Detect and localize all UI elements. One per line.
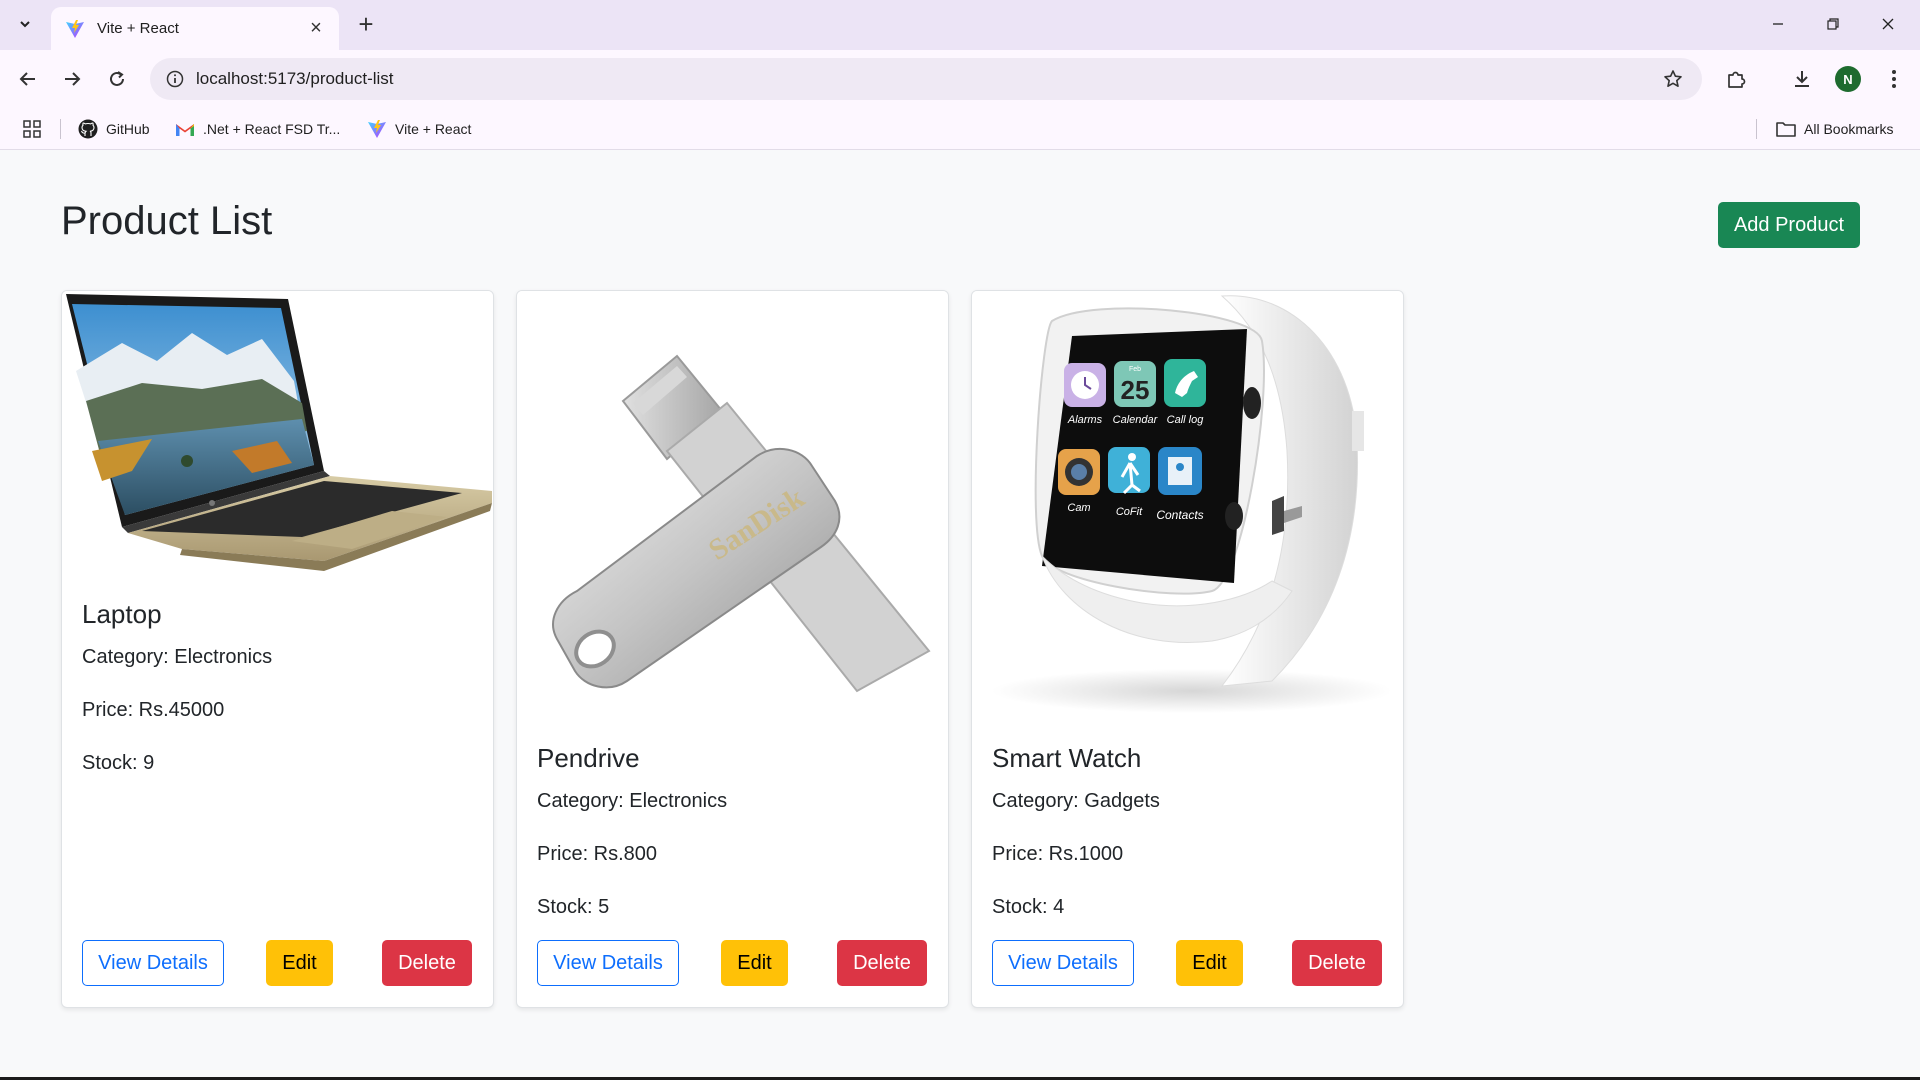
product-price: Price: Rs.800 <box>537 843 658 865</box>
app-label: CoFit <box>1116 506 1143 518</box>
vite-icon <box>66 19 84 38</box>
bookmark-vite-react[interactable]: Vite + React <box>367 116 471 142</box>
restore-icon <box>1827 18 1839 30</box>
extensions-button[interactable] <box>1720 63 1752 95</box>
address-bar[interactable]: localhost:5173/product-list <box>150 58 1702 100</box>
app-label: Call log <box>1167 414 1205 426</box>
folder-icon <box>1776 119 1796 139</box>
forward-button[interactable] <box>56 63 88 95</box>
card-body: Laptop Category: Electronics Price: Rs.4… <box>82 599 272 805</box>
product-price: Price: Rs.45000 <box>82 699 225 721</box>
view-details-button[interactable]: View Details <box>992 940 1134 986</box>
close-window-button[interactable] <box>1864 6 1912 42</box>
edit-button[interactable]: Edit <box>1176 940 1243 986</box>
app-label: Contacts <box>1156 508 1203 522</box>
all-bookmarks-button[interactable]: All Bookmarks <box>1776 116 1893 142</box>
puzzle-icon <box>1728 71 1746 88</box>
tab-strip: Vite + React × + <box>0 0 1920 50</box>
download-icon <box>1795 71 1809 87</box>
close-icon <box>1882 18 1894 30</box>
site-info-icon[interactable] <box>164 68 186 90</box>
app-label: Alarms <box>1067 414 1103 426</box>
app-label: Calendar <box>1113 414 1159 426</box>
product-price: Price: Rs.1000 <box>992 843 1124 865</box>
calendar-date-text: 25 <box>1121 375 1150 405</box>
card-actions: View Details Edit Delete <box>82 940 473 986</box>
bookmark-separator <box>60 119 61 139</box>
browser-tab[interactable]: Vite + React × <box>51 7 339 50</box>
downloads-button[interactable] <box>1786 63 1818 95</box>
product-category: Category: Electronics <box>537 790 728 812</box>
product-stock: Stock: 9 <box>82 752 155 774</box>
product-category: Category: Gadgets <box>992 790 1160 812</box>
page-content: Product List Add Product Laptop Category… <box>0 151 1920 1080</box>
arrow-right-icon <box>65 72 81 86</box>
close-tab-icon[interactable]: × <box>305 17 327 40</box>
tab-search-button[interactable] <box>10 9 40 39</box>
minimize-button[interactable] <box>1754 6 1802 42</box>
add-product-button[interactable]: Add Product <box>1718 202 1860 248</box>
url-text[interactable]: localhost:5173/product-list <box>196 69 1658 89</box>
delete-button[interactable]: Delete <box>1292 940 1382 986</box>
product-name: Laptop <box>82 599 162 629</box>
bookmark-label: .Net + React FSD Tr... <box>203 121 341 137</box>
profile-avatar[interactable]: N <box>1835 66 1861 92</box>
bookmark-label: GitHub <box>106 121 150 137</box>
github-icon <box>78 119 98 139</box>
product-name: Smart Watch <box>992 743 1142 773</box>
product-card: SanDisk Pendrive Category: Electronics P… <box>516 290 949 1008</box>
apps-grid-icon[interactable] <box>20 117 44 141</box>
pendrive-image: SanDisk <box>517 291 948 721</box>
restore-button[interactable] <box>1809 6 1857 42</box>
vite-icon <box>367 119 387 139</box>
bookmark-github[interactable]: GitHub <box>78 116 150 142</box>
card-actions: View Details Edit Delete <box>537 940 928 986</box>
card-body: Pendrive Category: Electronics Price: Rs… <box>537 743 727 949</box>
browser-toolbar: localhost:5173/product-list <box>0 50 1920 108</box>
view-details-button[interactable]: View Details <box>537 940 679 986</box>
arrow-left-icon <box>19 72 35 86</box>
browser-menu-button[interactable] <box>1878 63 1910 95</box>
gmail-icon <box>175 119 195 139</box>
laptop-image <box>62 291 493 576</box>
product-stock: Stock: 4 <box>992 896 1065 918</box>
app-label: Cam <box>1067 502 1090 514</box>
more-vertical-icon <box>1892 70 1896 88</box>
product-card: Laptop Category: Electronics Price: Rs.4… <box>61 290 494 1008</box>
card-actions: View Details Edit Delete <box>992 940 1383 986</box>
bookmark-label: Vite + React <box>395 121 472 137</box>
chevron-down-icon <box>20 21 30 28</box>
bookmark-star-icon[interactable] <box>1658 64 1688 94</box>
delete-button[interactable]: Delete <box>837 940 927 986</box>
new-tab-button[interactable]: + <box>352 9 380 39</box>
reload-button[interactable] <box>101 63 133 95</box>
delete-button[interactable]: Delete <box>382 940 472 986</box>
edit-button[interactable]: Edit <box>721 940 788 986</box>
calendar-month-text: Feb <box>1129 366 1141 373</box>
card-body: Smart Watch Category: Gadgets Price: Rs.… <box>992 743 1160 949</box>
all-bookmarks-label: All Bookmarks <box>1804 121 1894 137</box>
back-button[interactable] <box>12 63 44 95</box>
view-details-button[interactable]: View Details <box>82 940 224 986</box>
product-category: Category: Electronics <box>82 646 273 668</box>
product-card: Feb 25 Alarms Calendar Call log Cam CoFi… <box>971 290 1404 1008</box>
tab-title: Vite + React <box>97 20 179 37</box>
minimize-icon <box>1773 23 1783 25</box>
bookmarks-bar: GitHub .Net + React FSD Tr... Vite + Rea… <box>0 108 1920 150</box>
reload-icon <box>110 71 124 86</box>
smartwatch-image: Feb 25 Alarms Calendar Call log Cam CoFi… <box>972 291 1403 721</box>
bookmark-separator <box>1756 119 1757 139</box>
product-name: Pendrive <box>537 743 640 773</box>
page-title: Product List <box>61 199 273 243</box>
product-stock: Stock: 5 <box>537 896 610 918</box>
bookmark-net-react[interactable]: .Net + React FSD Tr... <box>175 116 340 142</box>
edit-button[interactable]: Edit <box>266 940 333 986</box>
